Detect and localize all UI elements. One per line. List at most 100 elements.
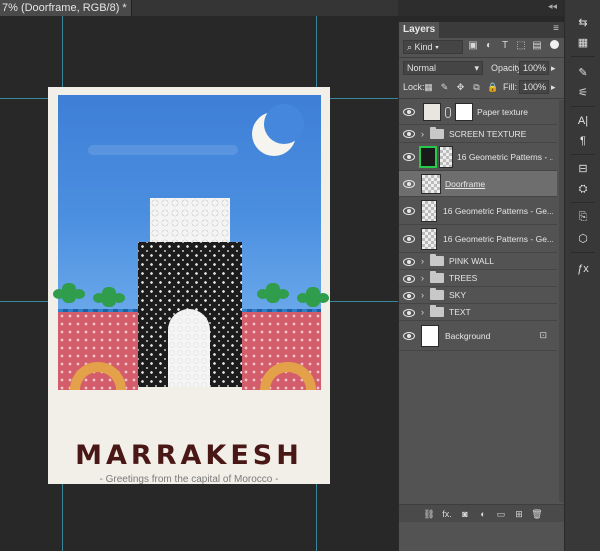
visibility-eye-icon[interactable] <box>403 107 415 116</box>
styles-icon[interactable]: ⛭ <box>574 180 592 198</box>
visibility-eye-icon[interactable] <box>403 152 415 161</box>
layer-row-selected[interactable]: Doorframe <box>399 171 557 197</box>
add-mask-icon[interactable]: ◙ <box>459 508 471 520</box>
visibility-eye-icon[interactable] <box>403 274 415 283</box>
adjustment-filter-icon[interactable]: ◐ <box>483 40 495 52</box>
lock-icon: ⊡ <box>539 330 547 340</box>
divider <box>571 56 595 57</box>
visibility-eye-icon[interactable] <box>403 234 415 243</box>
lock-label: Lock: <box>403 82 425 92</box>
tower-top-pattern <box>150 198 230 248</box>
smart-object-filter-icon[interactable]: ▤ <box>531 40 543 52</box>
chain-link-icon[interactable] <box>445 107 451 118</box>
lock-all-icon[interactable]: 🔒 <box>487 82 498 93</box>
visibility-eye-icon[interactable] <box>403 129 415 138</box>
poster-title: MARRAKESH <box>75 440 303 471</box>
fill-dropdown-icon[interactable]: ▸ <box>551 81 556 93</box>
doorframe <box>168 309 210 387</box>
shape-filter-icon[interactable]: ⬚ <box>515 40 527 52</box>
expand-caret-icon[interactable]: › <box>421 128 424 140</box>
paper-mask <box>58 390 138 430</box>
poster-subtitle: - Greetings from the capital of Morocco … <box>99 474 279 485</box>
chevron-down-icon: ▾ <box>474 63 479 73</box>
tab-layers[interactable]: Layers <box>399 22 439 38</box>
opacity-field[interactable]: 100% <box>519 61 549 75</box>
lock-position-icon[interactable]: ✥ <box>455 82 466 93</box>
divider <box>571 106 595 107</box>
visibility-eye-icon[interactable] <box>403 331 415 340</box>
folder-icon <box>430 127 444 139</box>
blend-mode-select[interactable]: Normal ▾ <box>403 61 483 75</box>
layer-group-row[interactable]: › PINK WALL <box>399 253 557 270</box>
visibility-eye-icon[interactable] <box>403 308 415 317</box>
type-filter-icon[interactable]: T <box>499 40 511 52</box>
expand-caret-icon[interactable]: › <box>421 289 424 301</box>
brush-icon[interactable]: ✎ <box>574 64 592 82</box>
layer-group-row[interactable]: › TREES <box>399 270 557 287</box>
filter-kind-select[interactable]: ⌕ Kind ▾ <box>403 40 463 54</box>
divider <box>571 202 595 203</box>
swatches-icon[interactable]: ▦ <box>574 34 592 52</box>
panel-dock-header <box>398 0 564 16</box>
layer-row[interactable]: Background ⊡ <box>399 321 557 351</box>
layer-name: SCREEN TEXTURE <box>449 129 527 139</box>
fx-glyph: fx. <box>442 509 452 519</box>
new-layer-icon[interactable]: ⊞ <box>513 508 525 520</box>
blend-mode-value: Normal <box>407 63 437 73</box>
tree-shape <box>53 283 85 303</box>
layer-comps-icon[interactable]: ⊟ <box>574 160 592 178</box>
fill-field[interactable]: 100% <box>519 80 549 94</box>
visibility-eye-icon[interactable] <box>403 206 415 215</box>
effects-icon[interactable]: ƒx <box>574 260 592 278</box>
layer-thumbnail <box>421 325 439 347</box>
divider <box>571 154 595 155</box>
smart-object-thumbnail <box>421 200 437 222</box>
layer-row[interactable]: 16 Geometric Patterns - Ge... <box>399 225 557 253</box>
layer-mask-thumbnail[interactable] <box>455 103 473 121</box>
collapse-panels-icon[interactable]: ◂◂ <box>548 1 557 12</box>
folder-icon <box>430 254 444 266</box>
paragraph-icon[interactable]: ¶ <box>574 132 592 150</box>
opacity-dropdown-icon[interactable]: ▸ <box>551 62 556 74</box>
layer-row[interactable]: 16 Geometric Patterns - Ge... <box>399 197 557 225</box>
expand-caret-icon[interactable]: › <box>421 255 424 267</box>
lock-artboard-icon[interactable]: ⧉ <box>471 82 482 93</box>
layer-group-row[interactable]: › TEXT <box>399 304 557 321</box>
panel-menu-icon[interactable]: ≡ <box>553 23 559 34</box>
fx-icon[interactable]: fx. <box>441 508 453 520</box>
canvas-area[interactable]: MARRAKESH - Greetings from the capital o… <box>0 16 398 551</box>
link-layers-icon[interactable]: ⛓ <box>423 508 435 520</box>
layer-row[interactable]: 16 Geometric Patterns - ... <box>399 143 557 171</box>
3d-icon[interactable]: ⬡ <box>574 230 592 248</box>
layer-row[interactable]: Paper texture <box>399 101 557 125</box>
image-filter-icon[interactable]: ▣ <box>467 40 479 52</box>
filter-toggle-switch[interactable] <box>550 40 559 49</box>
document-tab[interactable]: 7% (Doorframe, RGB/8) * <box>0 0 132 16</box>
panel-icon-strip: ⇆ ▦ ✎ ⚟ A| ¶ ⊟ ⛭ ⎘ ⬡ ƒx <box>564 0 600 551</box>
layer-name: Doorframe <box>445 179 486 189</box>
history-icon[interactable]: ⇆ <box>574 14 592 32</box>
expand-caret-icon[interactable]: › <box>421 272 424 284</box>
layers-footer: ⛓ fx. ◙ ◐ ▭ ⊞ 🗑 <box>399 504 565 522</box>
trash-icon[interactable]: 🗑 <box>531 508 543 520</box>
adjustment-layer-icon[interactable]: ◐ <box>477 508 489 520</box>
smart-object-thumbnail <box>439 146 453 168</box>
poster-artwork[interactable]: MARRAKESH - Greetings from the capital o… <box>48 87 330 485</box>
visibility-eye-icon[interactable] <box>403 257 415 266</box>
libraries-icon[interactable]: ⎘ <box>574 208 592 226</box>
visibility-eye-icon[interactable] <box>403 291 415 300</box>
adjustments-icon[interactable]: ⚟ <box>574 84 592 102</box>
layer-name: 16 Geometric Patterns - ... <box>457 152 553 162</box>
layer-name: PINK WALL <box>449 256 495 266</box>
lock-transparency-icon[interactable]: ▦ <box>423 82 434 93</box>
visibility-eye-icon[interactable] <box>403 179 415 188</box>
layer-group-row[interactable]: › SKY <box>399 287 557 304</box>
layer-name: SKY <box>449 290 467 300</box>
layer-group-row[interactable]: › SCREEN TEXTURE <box>399 125 557 143</box>
new-group-icon[interactable]: ▭ <box>495 508 507 520</box>
expand-caret-icon[interactable]: › <box>421 306 424 318</box>
character-icon[interactable]: A| <box>574 112 592 130</box>
lock-pixels-icon[interactable]: ✎ <box>439 82 450 93</box>
tree-shape <box>297 287 329 307</box>
smart-object-thumbnail <box>421 228 437 250</box>
